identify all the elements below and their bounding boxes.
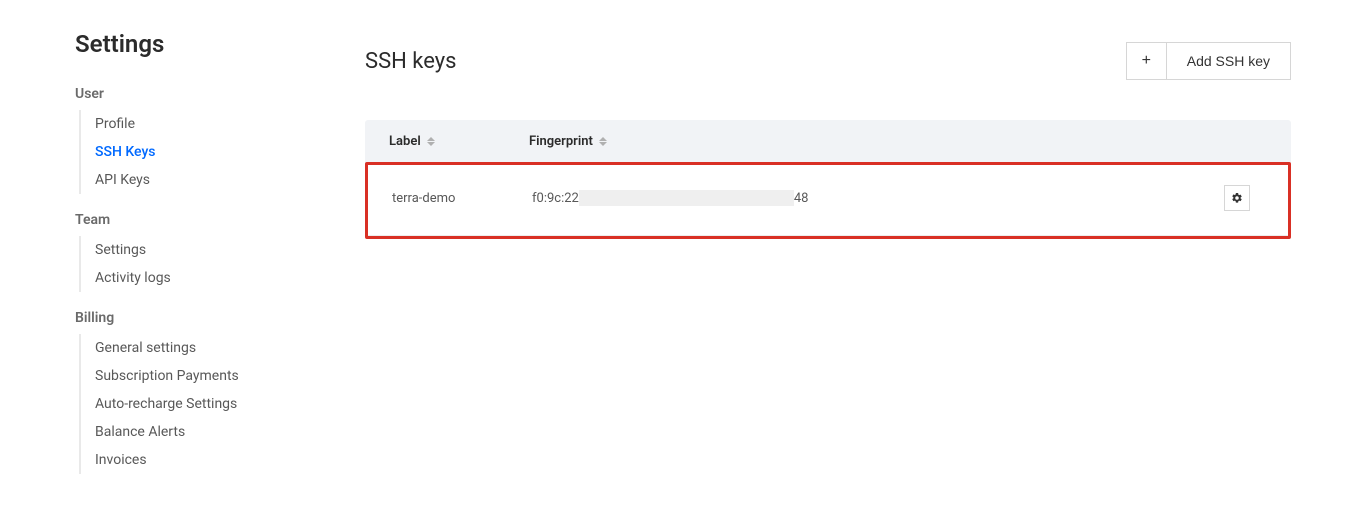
table-header-row: Label Fingerprint — [365, 120, 1291, 163]
sidebar-item-activity-logs[interactable]: Activity logs — [95, 264, 365, 292]
settings-sidebar: Settings User Profile SSH Keys API Keys … — [75, 30, 365, 480]
plus-button[interactable]: + — [1126, 42, 1166, 80]
add-ssh-key-button[interactable]: Add SSH key — [1166, 42, 1291, 80]
sidebar-section-label-team: Team — [75, 212, 365, 228]
ssh-key-label: terra-demo — [392, 191, 532, 206]
ssh-keys-table: Label Fingerprint terra- — [365, 120, 1291, 239]
header-actions: + Add SSH key — [1126, 42, 1291, 80]
gear-icon — [1231, 192, 1243, 204]
fingerprint-redacted — [579, 190, 794, 206]
sidebar-item-team-settings[interactable]: Settings — [95, 236, 365, 264]
sidebar-section-billing: Billing General settings Subscription Pa… — [75, 310, 365, 474]
sidebar-item-profile[interactable]: Profile — [95, 110, 365, 138]
sort-icon — [427, 137, 435, 146]
main-header: SSH keys + Add SSH key — [365, 42, 1291, 80]
sidebar-item-api-keys[interactable]: API Keys — [95, 166, 365, 194]
column-header-label[interactable]: Label — [389, 134, 529, 149]
sidebar-section-user: User Profile SSH Keys API Keys — [75, 86, 365, 194]
sidebar-section-team: Team Settings Activity logs — [75, 212, 365, 292]
sidebar-item-balance-alerts[interactable]: Balance Alerts — [95, 418, 365, 446]
sidebar-item-invoices[interactable]: Invoices — [95, 446, 365, 474]
page-title: SSH keys — [365, 49, 457, 74]
sidebar-item-general-settings[interactable]: General settings — [95, 334, 365, 362]
sidebar-item-subscription-payments[interactable]: Subscription Payments — [95, 362, 365, 390]
column-header-fingerprint[interactable]: Fingerprint — [529, 134, 1227, 149]
sort-icon — [599, 137, 607, 146]
sidebar-section-label-user: User — [75, 86, 365, 102]
sidebar-item-ssh-keys[interactable]: SSH Keys — [95, 138, 365, 166]
main-content: SSH keys + Add SSH key Label Fingerpr — [365, 30, 1291, 480]
plus-icon: + — [1142, 52, 1151, 70]
sidebar-section-label-billing: Billing — [75, 310, 365, 326]
ssh-key-fingerprint: f0:9c:22 48 — [532, 190, 1224, 206]
table-row: terra-demo f0:9c:22 48 — [368, 165, 1288, 236]
highlighted-row-outline: terra-demo f0:9c:22 48 — [365, 162, 1291, 239]
sidebar-item-auto-recharge-settings[interactable]: Auto-recharge Settings — [95, 390, 365, 418]
sidebar-title: Settings — [75, 30, 365, 58]
row-settings-button[interactable] — [1224, 185, 1250, 211]
